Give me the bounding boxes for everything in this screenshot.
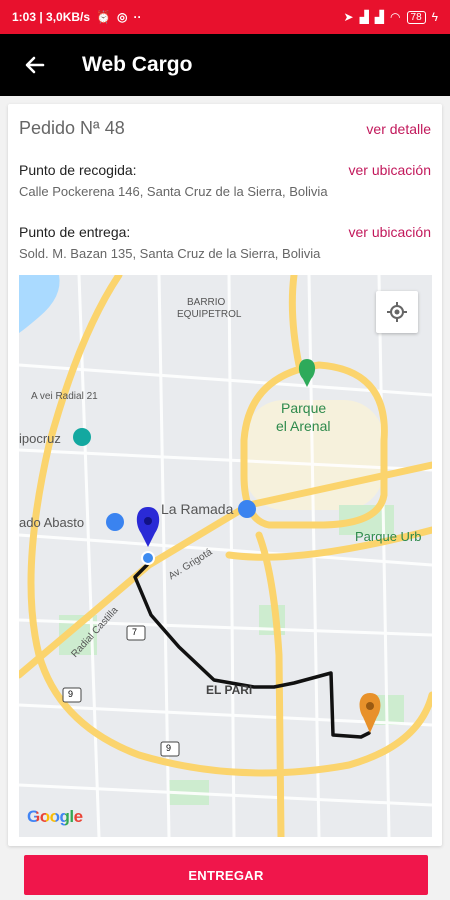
delivery-address: Sold. M. Bazan 135, Santa Cruz de la Sie…	[19, 246, 321, 261]
deliver-button[interactable]: ENTREGAR	[24, 855, 428, 895]
status-time: 1:03 | 3,0KB/s	[12, 10, 91, 24]
route-map[interactable]: BARRIO EQUIPETROL A vei Radial 21 ipocru…	[19, 275, 432, 837]
map-canvas	[19, 275, 432, 837]
alarm-icon: ⏰	[96, 10, 112, 24]
view-detail-link[interactable]: ver detalle	[366, 121, 431, 137]
delivery-location-link[interactable]: ver ubicación	[349, 224, 432, 240]
map-label-ipocruz: ipocruz	[19, 431, 61, 446]
map-label-abasto: ado Abasto	[19, 515, 85, 530]
status-bar: 1:03 | 3,0KB/s ⏰ ◎ ·· ➤ ▟ ▟ ◠ 78 ϟ	[0, 0, 450, 34]
pickup-location-link[interactable]: ver ubicación	[349, 162, 432, 178]
signal-icon-2: ▟	[374, 10, 385, 24]
route-9b-label: 9	[166, 743, 172, 753]
order-title: Pedido Nª 48	[19, 118, 125, 138]
map-label-ramada: La Ramada	[161, 501, 234, 517]
crosshair-icon	[387, 302, 407, 322]
shop-pin-icon-2	[238, 500, 256, 518]
shop-pin-icon-1	[106, 513, 124, 531]
map-label-radial21: A vei Radial 21	[31, 391, 98, 402]
back-arrow-icon[interactable]	[20, 51, 48, 79]
location-arrow-icon: ➤	[343, 10, 354, 24]
route-7-label: 7	[132, 627, 138, 637]
map-label-parque-urb: Parque Urb	[355, 529, 422, 544]
google-logo-text: Google	[27, 807, 83, 826]
wifi-icon: ◠	[390, 10, 401, 24]
status-dots: ··	[133, 10, 142, 24]
map-label-barrio: BARRIO	[187, 297, 226, 308]
route-9a-label: 9	[68, 689, 74, 699]
order-card: Pedido Nª 48 ver detalle Punto de recogi…	[8, 104, 442, 846]
pickup-label: Punto de recogida:	[19, 162, 137, 178]
charging-icon: ϟ	[431, 10, 438, 24]
hospital-pin-icon	[73, 428, 91, 446]
pickup-address: Calle Pockerena 146, Santa Cruz de la Si…	[19, 184, 328, 199]
map-label-parque-1: Parque	[281, 400, 327, 416]
signal-icon-1: ▟	[359, 10, 369, 24]
app-bar: Web Cargo	[0, 34, 450, 96]
map-label-el-pari: EL PARI	[206, 683, 253, 697]
notification-icon: ◎	[117, 10, 128, 24]
map-label-equipetrol: EQUIPETROL	[177, 309, 242, 320]
my-location-button[interactable]	[376, 291, 418, 333]
app-title: Web Cargo	[82, 53, 193, 76]
delivery-label: Punto de entrega:	[19, 224, 131, 240]
battery-icon: 78	[406, 10, 426, 24]
map-label-parque-2: el Arenal	[276, 418, 331, 434]
google-logo: Google	[27, 807, 83, 827]
